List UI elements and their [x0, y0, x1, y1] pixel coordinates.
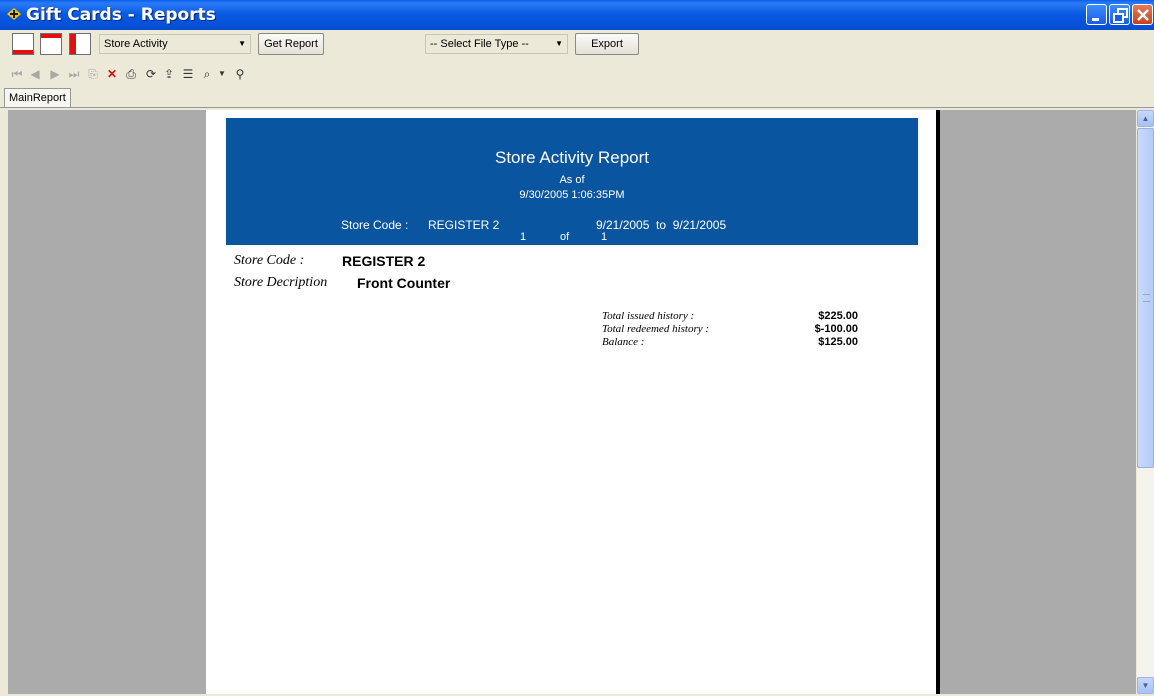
- header-store-code-label: Store Code :: [341, 218, 409, 232]
- layout-top-icon: [41, 34, 61, 38]
- scroll-grip-icon: [1143, 294, 1150, 302]
- report-toolbar: Store Activity ▼ Get Report -- Select Fi…: [0, 30, 1154, 58]
- report-tabs: MainReport: [0, 88, 1154, 108]
- store-description-label: Store Decription: [234, 275, 328, 290]
- minimize-button[interactable]: [1086, 4, 1107, 25]
- summary-issued-value: $225.00: [818, 310, 858, 322]
- scroll-thumb[interactable]: [1137, 128, 1154, 468]
- refresh-icon[interactable]: ⟳: [144, 67, 158, 81]
- summary-balance-value: $125.00: [818, 336, 858, 348]
- store-code-value: REGISTER 2: [342, 253, 426, 269]
- chevron-down-icon: ▼: [555, 39, 563, 48]
- vertical-scrollbar[interactable]: ▲ ▼: [1137, 110, 1154, 694]
- layout-top-button[interactable]: [40, 33, 62, 55]
- viewer-toolbar: ⏮ ◀ ▶ ⏭ ⎘ ✕ ⎙ ⟳ ⇪ ☰ ⌕ ▼ ⚲: [0, 62, 1154, 86]
- print-icon[interactable]: ⎙: [124, 67, 138, 81]
- summary-redeemed-value: $-100.00: [814, 323, 858, 335]
- page-current: 1: [520, 231, 527, 243]
- first-page-icon[interactable]: ⏮: [10, 67, 24, 81]
- export-button[interactable]: Export: [575, 33, 639, 55]
- close-window-button[interactable]: [1132, 4, 1153, 25]
- summary-balance-label: Balance :: [602, 336, 645, 348]
- restore-button[interactable]: [1109, 4, 1130, 25]
- last-page-icon[interactable]: ⏭: [67, 67, 81, 81]
- summary-redeemed-label: Total redeemed history :: [602, 323, 710, 335]
- scroll-up-button[interactable]: ▲: [1137, 110, 1154, 127]
- group-tree-icon[interactable]: ☰: [181, 67, 195, 81]
- export-icon[interactable]: ⇪: [162, 67, 176, 81]
- file-type-select-value: -- Select File Type --: [430, 38, 529, 50]
- layout-side-button[interactable]: [69, 33, 91, 55]
- report-select-value: Store Activity: [104, 38, 168, 50]
- as-of-label: As of: [559, 174, 585, 186]
- get-report-button[interactable]: Get Report: [258, 33, 324, 55]
- restore-icon: [1113, 8, 1128, 23]
- layout-bottom-button[interactable]: [12, 33, 34, 55]
- date-range: 9/21/2005 to 9/21/2005: [596, 218, 727, 232]
- layout-side-icon: [70, 34, 76, 54]
- dropdown-icon[interactable]: ▼: [215, 67, 229, 81]
- as-of-datetime: 9/30/2005 1:06:35PM: [519, 189, 625, 201]
- minimize-icon: [1092, 18, 1099, 21]
- page-total: 1: [601, 231, 608, 243]
- store-description-value: Front Counter: [357, 275, 451, 291]
- report-page: Store Activity Report As of 9/30/2005 1:…: [206, 110, 940, 694]
- close-report-icon[interactable]: ✕: [105, 67, 119, 81]
- report-select[interactable]: Store Activity ▼: [99, 34, 251, 54]
- chevron-down-icon: ▼: [238, 39, 246, 48]
- zoom-icon[interactable]: ⌕: [200, 67, 214, 81]
- report-header: Store Activity Report As of 9/30/2005 1:…: [226, 118, 918, 245]
- title-bar: Gift Cards - Reports: [0, 0, 1154, 30]
- gift-card-app-icon: [7, 8, 21, 20]
- window-title: Gift Cards - Reports: [26, 5, 216, 25]
- scroll-down-button[interactable]: ▼: [1137, 677, 1154, 694]
- report-viewer[interactable]: Store Activity Report As of 9/30/2005 1:…: [8, 110, 1136, 694]
- page-of-label: of: [560, 231, 570, 243]
- layout-bottom-icon: [13, 50, 33, 54]
- header-store-code-value: REGISTER 2: [428, 218, 500, 232]
- prev-page-icon[interactable]: ◀: [28, 67, 42, 81]
- next-page-icon[interactable]: ▶: [48, 67, 62, 81]
- search-icon[interactable]: ⚲: [233, 67, 247, 81]
- close-icon: [1137, 9, 1149, 21]
- report-title: Store Activity Report: [494, 148, 649, 167]
- summary-issued-label: Total issued history :: [602, 310, 695, 322]
- tab-mainreport[interactable]: MainReport: [4, 88, 71, 108]
- file-type-select[interactable]: -- Select File Type -- ▼: [425, 34, 568, 54]
- store-code-label: Store Code :: [234, 253, 305, 268]
- goto-page-icon[interactable]: ⎘: [86, 67, 100, 81]
- tab-divider: [0, 107, 1154, 108]
